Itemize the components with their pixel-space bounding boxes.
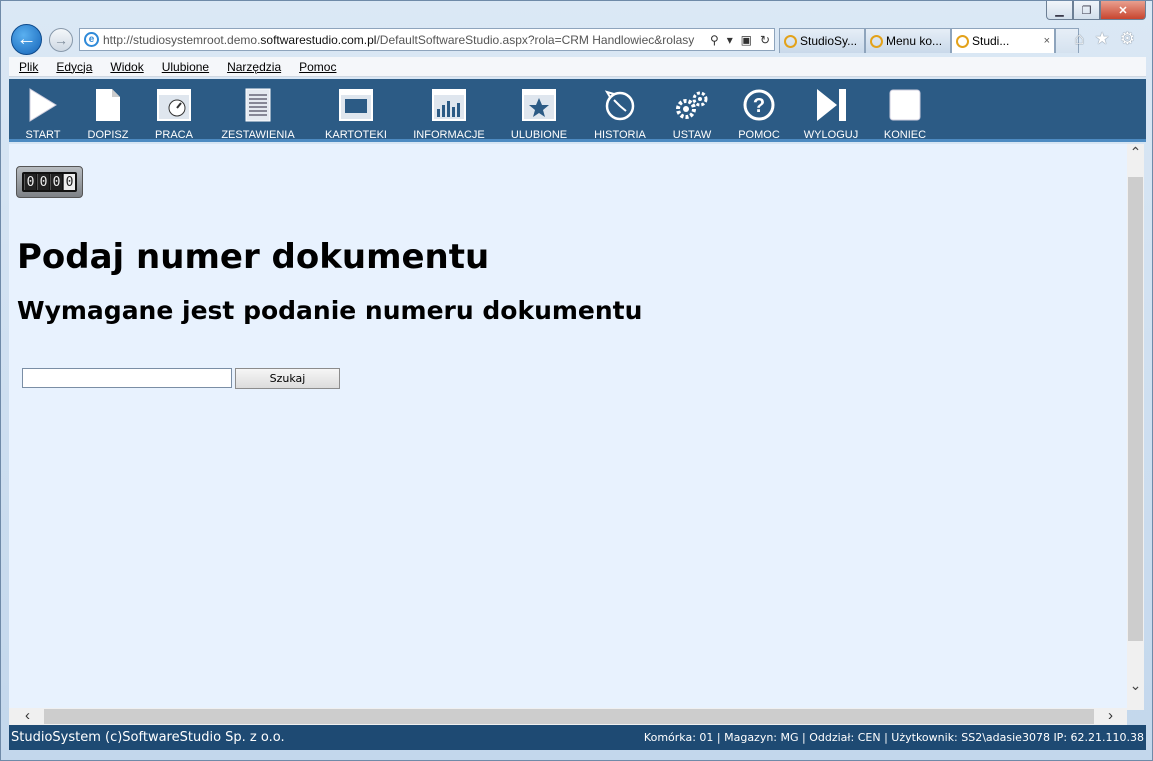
counter-digit: 0 (24, 174, 36, 190)
toolbar-start[interactable]: START (21, 87, 65, 141)
dropdown-arrow-icon[interactable]: ▾ (727, 33, 733, 47)
new-document-icon (83, 87, 133, 123)
menu-bar: Plik Edycja Widok Ulubione Narzędzia Pom… (9, 57, 1146, 77)
help-question-icon: ? (735, 87, 783, 123)
app-toolbar: START DOPISZ PRACA ZESTAWIENIA KARTOTEKI… (9, 79, 1146, 142)
toolbar-zestawienia[interactable]: ZESTAWIENIA (213, 87, 303, 141)
favorites-star-icon[interactable]: ★ (1095, 29, 1110, 49)
work-gauge-icon (149, 87, 199, 123)
status-session-info: Komórka: 01 | Magazyn: MG | Oddział: CEN… (643, 731, 1144, 744)
ie-logo-icon: e (84, 32, 99, 47)
settings-gear-icon[interactable]: ⚙ (1120, 29, 1135, 49)
toolbar-pomoc[interactable]: ? POMOC (735, 87, 783, 141)
minimize-button[interactable]: ▁ (1046, 1, 1073, 20)
tab-2[interactable]: Menu ko... (865, 28, 951, 53)
stop-square-icon (877, 87, 933, 123)
back-button[interactable]: ← (11, 24, 42, 55)
toolbar-kartoteki[interactable]: KARTOTEKI (319, 87, 393, 141)
home-icon[interactable]: ⌂ (1074, 29, 1084, 49)
address-bar[interactable]: e http://studiosystemroot.demo.softwares… (79, 28, 775, 51)
forward-button[interactable]: → (49, 28, 73, 52)
ie-tab-icon (956, 34, 969, 48)
ie-tab-icon (784, 34, 797, 48)
close-tab-icon[interactable]: × (1044, 35, 1050, 47)
toolbar-historia[interactable]: HISTORIA (587, 87, 653, 141)
document-counter: 0 0 0 0 (16, 166, 83, 198)
toolbar-informacje[interactable]: INFORMACJE (409, 87, 489, 141)
toolbar-koniec[interactable]: KONIEC (877, 87, 933, 141)
star-window-icon (505, 87, 573, 123)
scroll-up-icon[interactable]: ⌃ (1127, 144, 1144, 161)
search-button[interactable]: Szukaj (235, 368, 340, 389)
vertical-scroll-thumb[interactable] (1128, 177, 1143, 641)
horizontal-scroll-thumb[interactable] (44, 709, 1094, 724)
menu-ulubione[interactable]: Ulubione (162, 60, 209, 74)
counter-digit: 0 (50, 174, 62, 190)
gears-icon (667, 87, 717, 123)
document-number-input[interactable] (22, 368, 232, 388)
browser-navbar: ← → e http://studiosystemroot.demo.softw… (7, 23, 1147, 55)
menu-edycja[interactable]: Edycja (56, 60, 92, 74)
page-subtitle: Wymagane jest podanie numeru dokumentu (17, 296, 643, 325)
toolbar-ustaw[interactable]: USTAW (667, 87, 717, 141)
report-sheet-icon (213, 87, 303, 123)
menu-narzedzia[interactable]: Narzędzia (227, 60, 281, 74)
refresh-icon[interactable]: ↻ (760, 33, 770, 47)
status-company: StudioSystem (c)SoftwareStudio Sp. z o.o… (11, 730, 285, 745)
tab-3[interactable]: Studi... × (951, 28, 1055, 53)
close-window-button[interactable]: ✕ (1100, 1, 1146, 20)
play-icon (21, 87, 65, 123)
compat-view-icon[interactable]: ▣ (741, 33, 752, 47)
address-url[interactable]: http://studiosystemroot.demo.softwarestu… (103, 33, 706, 47)
ie-tab-icon (870, 34, 883, 48)
window-controls: ▁ ❐ ✕ (1046, 1, 1146, 22)
vertical-scrollbar[interactable]: ⌃ ⌄ (1127, 144, 1144, 710)
status-bar: StudioSystem (c)SoftwareStudio Sp. z o.o… (9, 725, 1146, 750)
skip-forward-icon (801, 87, 861, 123)
menu-widok[interactable]: Widok (110, 60, 143, 74)
counter-digit: 0 (63, 174, 75, 190)
maximize-button[interactable]: ❐ (1073, 1, 1100, 20)
history-clock-icon (587, 87, 653, 123)
scroll-left-icon[interactable]: ‹ (25, 707, 30, 724)
bar-chart-icon (409, 87, 489, 123)
search-icon[interactable]: ⚲ (710, 33, 719, 47)
horizontal-scrollbar[interactable]: ‹ › (9, 707, 1127, 725)
browser-window: ▁ ❐ ✕ ← → e http://studiosystemroot.demo… (0, 0, 1153, 761)
browser-tabs: StudioSy... Menu ko... Studi... × (779, 28, 1079, 53)
tab-1[interactable]: StudioSy... (779, 28, 865, 53)
main-content: 0 0 0 0 Podaj numer dokumentu Wymagane j… (9, 144, 1127, 710)
toolbar-ulubione[interactable]: ULUBIONE (505, 87, 573, 141)
toolbar-wyloguj[interactable]: WYLOGUJ (801, 87, 861, 141)
window-card-icon (319, 87, 393, 123)
page-title: Podaj numer dokumentu (17, 237, 490, 277)
menu-plik[interactable]: Plik (19, 60, 38, 74)
counter-digits: 0 0 0 0 (22, 172, 77, 192)
address-tools: ⚲ ▾ ▣ ↻ (706, 33, 774, 47)
toolbar-dopisz[interactable]: DOPISZ (83, 87, 133, 141)
browser-right-icons: ⌂ ★ ⚙ (1074, 29, 1135, 49)
scroll-down-icon[interactable]: ⌄ (1127, 677, 1144, 694)
counter-digit: 0 (37, 174, 49, 190)
svg-text:?: ? (753, 95, 765, 117)
scroll-right-icon[interactable]: › (1108, 707, 1113, 724)
toolbar-praca[interactable]: PRACA (149, 87, 199, 141)
menu-pomoc[interactable]: Pomoc (299, 60, 336, 74)
